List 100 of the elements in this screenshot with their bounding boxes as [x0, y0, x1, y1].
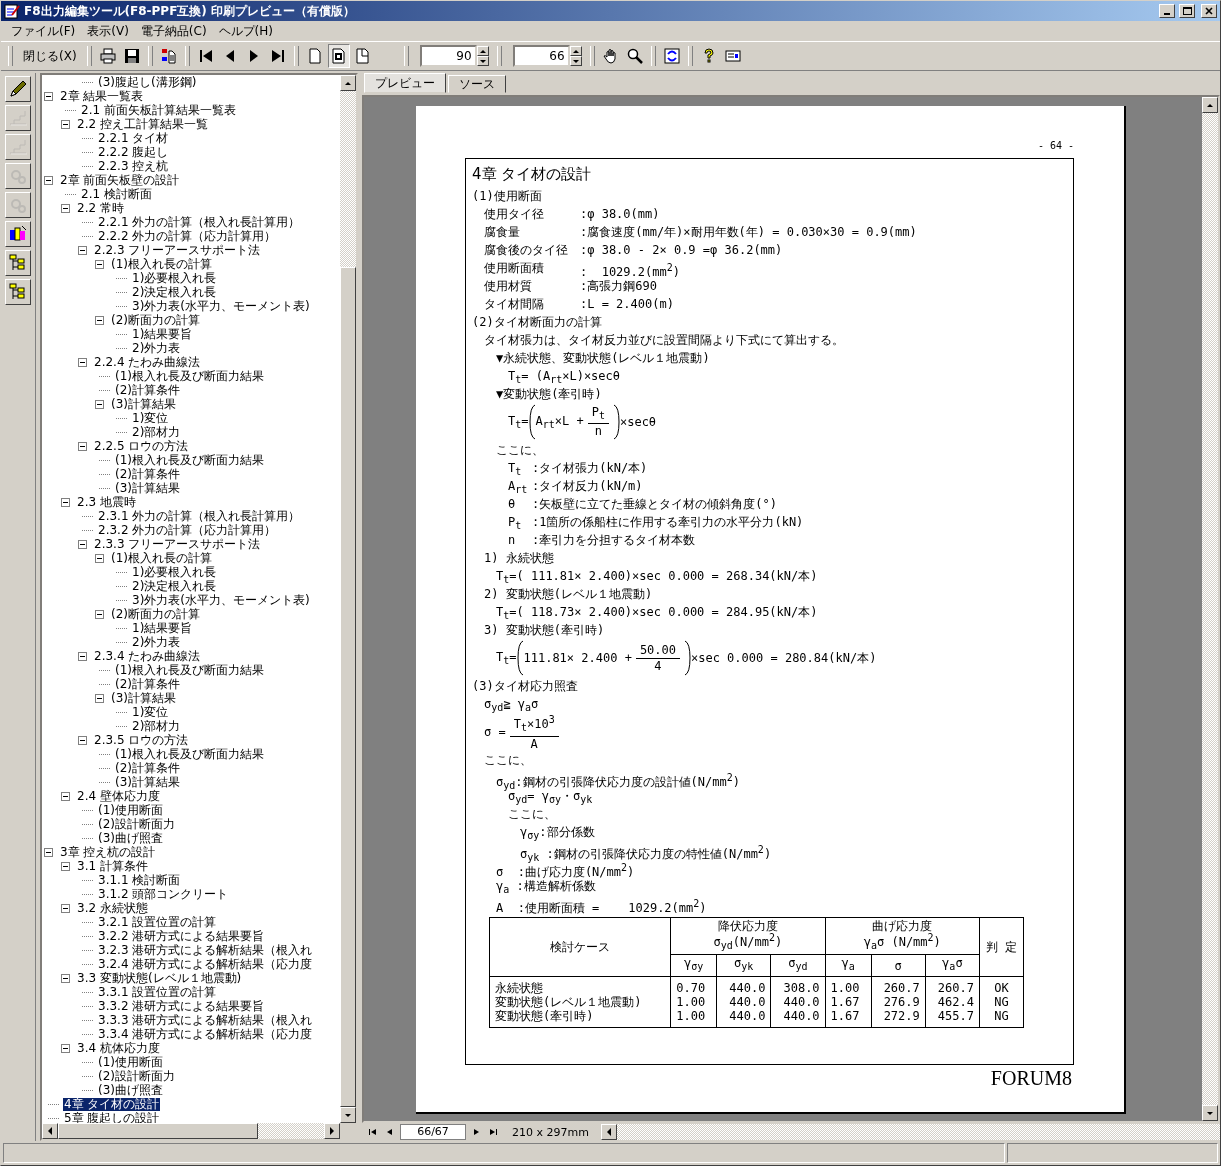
tree-item[interactable]: 2.3.3 フリーアースサポート法	[93, 537, 262, 551]
menu-item[interactable]: 電子納品(C)	[134, 22, 213, 40]
tree-item[interactable]: (1)使用断面	[97, 803, 164, 817]
collapse-toggle[interactable]	[95, 609, 104, 619]
collapse-toggle[interactable]	[44, 175, 53, 185]
tree-item[interactable]: 2)決定根入れ長	[131, 285, 218, 299]
tree-item[interactable]: 3.4 杭体応力度	[76, 1041, 161, 1055]
tree-item[interactable]: (2)計算条件	[114, 467, 181, 481]
tree-item[interactable]: 2章 結果一覧表	[59, 89, 145, 103]
tree-item[interactable]: (1)根入れ長及び断面力結果	[114, 747, 265, 761]
tree-item[interactable]: 3.3 変動状態(レベル１地震動)	[76, 971, 243, 985]
tree-item[interactable]: 2.2.5 ロウの方法	[93, 439, 190, 453]
collapse-toggle[interactable]	[78, 539, 87, 549]
collapse-toggle[interactable]	[95, 399, 104, 409]
tree-item[interactable]: (1)根入れ長及び断面力結果	[114, 663, 265, 677]
spin-down-button[interactable]	[476, 56, 489, 66]
tree-item[interactable]: 3.2 永続状態	[76, 901, 149, 915]
tree-item[interactable]: (2)断面力の計算	[110, 313, 201, 327]
tree-item[interactable]: 2.2.4 たわみ曲線法	[93, 355, 202, 369]
tree-item[interactable]: 2)外力表	[131, 341, 182, 355]
tree-item[interactable]: 5章 腹起しの設計	[63, 1111, 161, 1123]
tree-item[interactable]: 2)部材力	[131, 719, 182, 733]
tree-item[interactable]: 1)結果要旨	[131, 327, 194, 341]
page-field[interactable]: 66/67	[400, 1124, 466, 1140]
collapse-toggle[interactable]	[61, 973, 70, 983]
tree-item[interactable]: 3.3.4 港研方式による解析結果（応力度	[97, 1027, 314, 1041]
minimize-button[interactable]	[1159, 4, 1175, 18]
zoom-field[interactable]: 90	[419, 45, 477, 67]
first-page-icon[interactable]	[197, 48, 214, 64]
collapse-toggle[interactable]	[95, 259, 104, 269]
collapse-toggle[interactable]	[61, 497, 70, 507]
scroll-down-button[interactable]	[340, 1107, 356, 1123]
spin-up-button[interactable]	[569, 46, 582, 56]
tree-item[interactable]: (1)根入れ長の計算	[110, 551, 213, 565]
close-icon[interactable]	[1205, 7, 1213, 15]
tree-item[interactable]: (3)計算結果	[110, 397, 177, 411]
tree-item[interactable]: 1)必要根入れ長	[131, 271, 218, 285]
tree-item[interactable]: (2)設計断面力	[97, 817, 176, 831]
spin-up-button[interactable]	[476, 46, 489, 56]
tree-item[interactable]: 3)外力表(水平力、モーメント表)	[131, 299, 311, 313]
collapse-toggle[interactable]	[44, 847, 53, 857]
scroll-left-button[interactable]	[42, 1123, 58, 1139]
tree-item[interactable]: 3.2.4 港研方式による解析結果（応力度	[97, 957, 314, 971]
tree-item[interactable]: 1)変位	[131, 411, 170, 425]
collapse-toggle[interactable]	[95, 315, 104, 325]
tree-item[interactable]: 2.2.3 控え杭	[97, 159, 170, 173]
tree-item[interactable]: (2)計算条件	[114, 677, 181, 691]
tab[interactable]: プレビュー	[364, 73, 446, 93]
tree-item[interactable]: (3)計算結果	[114, 775, 181, 789]
collapse-toggle[interactable]	[78, 357, 87, 367]
tree-item[interactable]: 3.2.1 設置位置の計算	[97, 915, 218, 929]
tree-item[interactable]: 2.2 控え工計算結果一覧	[76, 117, 209, 131]
tree-item[interactable]: 3.1 計算条件	[76, 859, 149, 873]
tree-item[interactable]: 1)必要根入れ長	[131, 565, 218, 579]
next-page-icon[interactable]	[472, 1127, 481, 1137]
search-icon[interactable]	[626, 48, 643, 64]
tree-item[interactable]: 1)変位	[131, 705, 170, 719]
collapse-toggle[interactable]	[95, 553, 104, 563]
collapse-toggle[interactable]	[61, 1043, 70, 1053]
tree-item[interactable]: 2.2 常時	[76, 201, 125, 215]
tree-item[interactable]: 2.2.3 フリーアースサポート法	[93, 243, 262, 257]
tree-item[interactable]: 2.4 壁体応力度	[76, 789, 161, 803]
document-list-icon[interactable]	[160, 48, 177, 64]
menu-item[interactable]: ヘルプ(H)	[212, 22, 279, 40]
tree-item[interactable]: (3)計算結果	[110, 691, 177, 705]
card-icon[interactable]	[724, 48, 741, 64]
collapse-toggle[interactable]	[78, 245, 87, 255]
tree-item[interactable]: 3.3.1 設置位置の計算	[97, 985, 218, 999]
tree-item[interactable]: 2.3.5 ロウの方法	[93, 733, 190, 747]
collapse-toggle[interactable]	[61, 203, 70, 213]
tree-item[interactable]: 3.2.2 港研方式による結果要旨	[97, 929, 266, 943]
tree-item[interactable]: 3.3.2 港研方式による結果要旨	[97, 999, 266, 1013]
tree-item[interactable]: 2)部材力	[131, 425, 182, 439]
collapse-toggle[interactable]	[78, 735, 87, 745]
menu-item[interactable]: ファイル(F)	[5, 22, 82, 40]
tree-item[interactable]: 2.1 検討断面	[80, 187, 153, 201]
tree-item[interactable]: 2.2.2 腹起し	[97, 145, 170, 159]
collapse-toggle[interactable]	[78, 651, 87, 661]
tree-item[interactable]: 4章 タイ材の設計	[63, 1097, 161, 1111]
previous-page-icon[interactable]	[385, 1127, 394, 1137]
scroll-right-button[interactable]	[324, 1123, 340, 1139]
vertical-scrollbar[interactable]	[340, 75, 356, 1123]
last-page-icon[interactable]	[489, 1127, 498, 1137]
collapse-toggle[interactable]	[95, 693, 104, 703]
tree-item[interactable]: 3章 控え杭の設計	[59, 845, 157, 859]
tree-item[interactable]: 2.2.1 タイ材	[97, 131, 170, 145]
collapse-toggle[interactable]	[44, 91, 53, 101]
tree-item[interactable]: 2.2.1 外力の計算（根入れ長計算用）	[97, 215, 302, 229]
tree-item[interactable]: (3)腹起し(溝形鋼)	[97, 75, 198, 89]
tree-item[interactable]: 3.2.3 港研方式による解析結果（根入れ	[97, 943, 314, 957]
tree-item[interactable]: (3)曲げ照査	[97, 831, 164, 845]
save-icon[interactable]	[123, 48, 140, 64]
collapse-toggle[interactable]	[61, 903, 70, 913]
tree-item[interactable]: 3.3.3 港研方式による解析結果（根入れ	[97, 1013, 314, 1027]
scroll-up-button[interactable]	[1202, 97, 1218, 113]
scroll-up-button[interactable]	[340, 75, 356, 91]
tree-item[interactable]: 2章 前面矢板壁の設計	[59, 173, 181, 187]
collapse-toggle[interactable]	[61, 861, 70, 871]
tree-item[interactable]: 2)決定根入れ長	[131, 579, 218, 593]
close-preview-button[interactable]: 閉じる(X)	[18, 44, 82, 68]
